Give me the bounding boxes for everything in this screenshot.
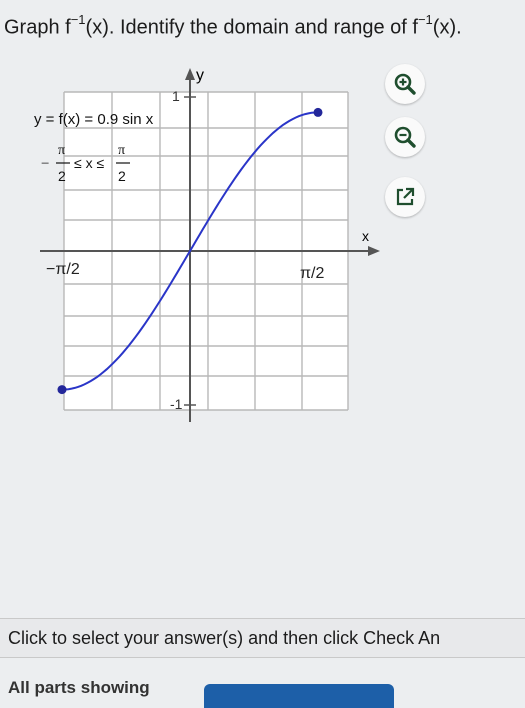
y-axis-arrow bbox=[185, 68, 195, 80]
instruction-bar: Click to select your answer(s) and then … bbox=[0, 618, 525, 658]
domain-left-den: 2 bbox=[58, 168, 66, 184]
x-tick-right: π/2 bbox=[300, 265, 324, 282]
domain-right-den: 2 bbox=[118, 168, 126, 184]
svg-text:−: − bbox=[41, 156, 49, 172]
y-tick-top: 1 bbox=[172, 88, 180, 104]
curve-endpoint-left[interactable] bbox=[57, 385, 67, 395]
x-axis-arrow bbox=[368, 246, 380, 256]
domain-left-num: π bbox=[58, 143, 65, 158]
x-tick-left: −π/2 bbox=[46, 261, 80, 278]
popout-icon bbox=[396, 187, 415, 206]
curve-endpoint-right[interactable] bbox=[313, 107, 323, 117]
graph-area: y x 1 -1 −π/2 π/2 y = f(x) = 0.9 sin x −… bbox=[0, 0, 525, 520]
graph-canvas[interactable]: y x 1 -1 −π/2 π/2 y = f(x) = 0.9 sin x −… bbox=[0, 0, 525, 520]
function-label: y = f(x) = 0.9 sin x bbox=[34, 111, 154, 128]
instruction-text: Click to select your answer(s) and then … bbox=[8, 628, 441, 648]
y-axis-label: y bbox=[196, 67, 204, 84]
domain-middle: ≤ x ≤ bbox=[74, 155, 104, 171]
zoom-out-icon bbox=[394, 126, 416, 148]
check-answer-button[interactable] bbox=[204, 684, 394, 708]
popout-button[interactable] bbox=[385, 177, 425, 217]
footer: All parts showing bbox=[0, 672, 525, 708]
zoom-in-button[interactable] bbox=[385, 64, 425, 104]
y-tick-bottom: -1 bbox=[170, 396, 183, 412]
x-axis-label: x bbox=[362, 228, 369, 244]
domain-right-num: π bbox=[118, 143, 125, 158]
parts-showing-label: All parts showing bbox=[8, 678, 150, 697]
zoom-out-button[interactable] bbox=[385, 117, 425, 157]
zoom-in-icon bbox=[394, 73, 416, 95]
